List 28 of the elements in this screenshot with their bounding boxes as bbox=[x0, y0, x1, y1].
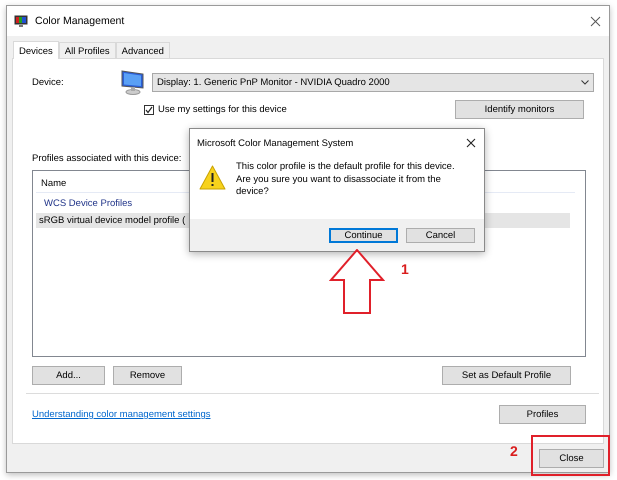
monitor-icon bbox=[14, 14, 28, 28]
profiles-button[interactable]: Profiles bbox=[499, 405, 586, 424]
close-button[interactable]: Close bbox=[539, 448, 604, 468]
remove-button[interactable]: Remove bbox=[113, 366, 182, 385]
window-title: Color Management bbox=[35, 15, 126, 27]
warning-icon bbox=[199, 165, 226, 190]
step-number: 1 bbox=[401, 261, 409, 277]
tab[interactable]: Devices bbox=[13, 41, 59, 59]
monitor-icon bbox=[119, 69, 146, 96]
profiles-label: Profiles associated with this device: bbox=[32, 153, 182, 166]
set-default-button[interactable]: Set as Default Profile bbox=[442, 366, 571, 385]
caret-icon bbox=[581, 80, 589, 85]
close-icon[interactable] bbox=[466, 138, 476, 148]
dialog-title: Microsoft Color Management System bbox=[197, 138, 354, 148]
tab[interactable]: All Profiles bbox=[58, 42, 116, 58]
identify-monitors-button[interactable]: Identify monitors bbox=[455, 100, 584, 119]
device-dropdown[interactable]: Display: 1. Generic PnP Monitor - NVIDIA Quadro 2000 bbox=[152, 73, 594, 92]
group-header: WCS Device Profiles bbox=[43, 197, 134, 211]
device-label: Device: bbox=[32, 77, 65, 88]
help-link[interactable]: Understanding color management settings bbox=[32, 409, 210, 420]
checkbox-label: Use my settings for this device bbox=[158, 104, 288, 115]
close-icon[interactable] bbox=[590, 16, 601, 26]
tab[interactable]: Advanced bbox=[116, 42, 170, 58]
continue-button[interactable]: Continue bbox=[329, 228, 398, 242]
add-button[interactable]: Add... bbox=[32, 366, 105, 385]
step-number: 2 bbox=[510, 443, 518, 459]
checkbox[interactable] bbox=[144, 104, 154, 114]
cancel-button[interactable]: Cancel bbox=[406, 228, 475, 242]
